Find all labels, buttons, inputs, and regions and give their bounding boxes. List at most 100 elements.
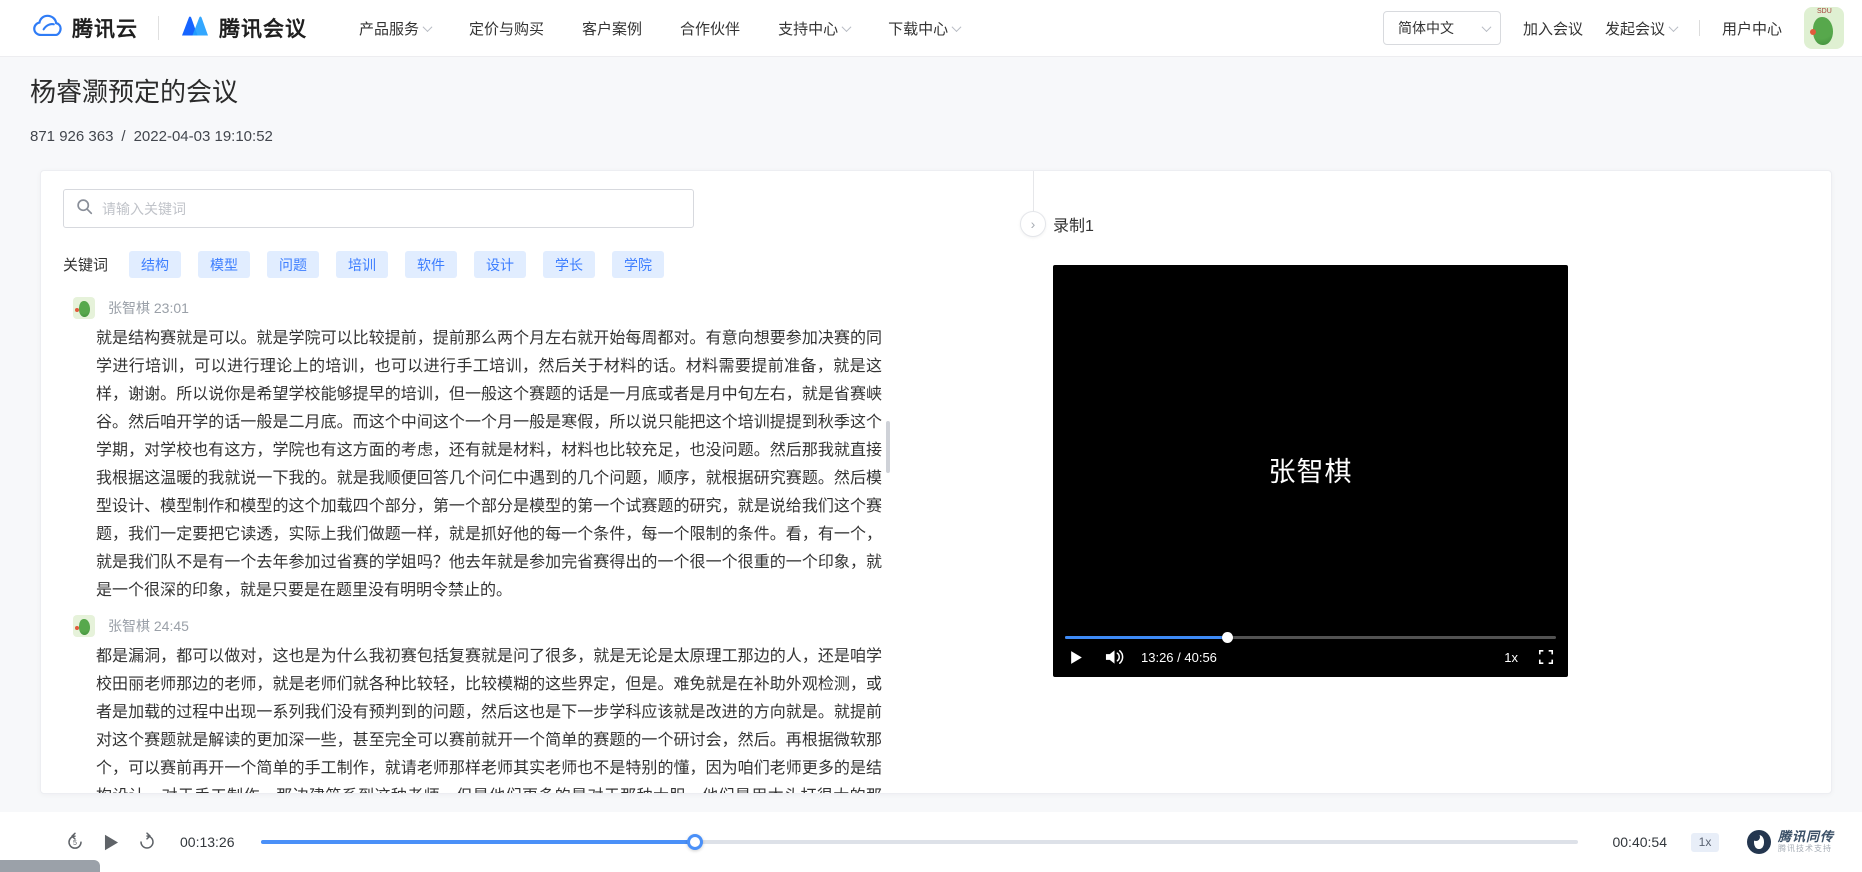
seek-handle[interactable] <box>687 834 703 850</box>
keywords-label: 关键词 <box>63 254 108 275</box>
collapse-toggle-button[interactable]: › <box>1020 211 1046 237</box>
speed-badge[interactable]: 1x <box>1691 833 1719 852</box>
meeting-id: 871 926 363 <box>30 128 113 145</box>
nav-item-label: 定价与购买 <box>469 18 544 39</box>
current-time: 00:13:26 <box>180 834 235 850</box>
message-text[interactable]: 都是漏洞，都可以做对，这也是为什么我初赛包括复赛就是问了很多，就是无论是太原理工… <box>96 643 882 794</box>
video-play-button[interactable] <box>1065 646 1087 668</box>
seek-slider[interactable] <box>261 840 1579 844</box>
search-icon <box>76 198 93 220</box>
meeting-meta: 871 926 363 / 2022-04-03 19:10:52 <box>30 128 273 145</box>
nav-right-area: 简体中文 加入会议 发起会议 用户中心 SDU <box>1383 7 1844 49</box>
start-meeting-link[interactable]: 发起会议 <box>1605 18 1677 39</box>
search-input[interactable] <box>102 201 681 217</box>
keyword-chip[interactable]: 培训 <box>336 251 388 278</box>
video-controls: 13:26 / 40:56 1x <box>1065 645 1556 669</box>
player-bar: 5 00:13:26 00:40:54 1x 腾讯同传 腾讯技术支持 <box>0 812 1862 872</box>
transcript-list[interactable]: 张智棋 23:01 就是结构赛就是可以。就是学院可以比较提前，提前那么两个月左右… <box>41 287 941 794</box>
top-nav: 腾讯云 腾讯会议 产品服务 定价与购买 客户案例 合作伙伴 支持中心 下载中心 … <box>0 0 1862 57</box>
corner-overlay <box>0 860 100 872</box>
tencent-meeting-wordmark[interactable]: 腾讯会议 <box>219 13 307 43</box>
page-title: 杨睿灏预定的会议 <box>30 72 238 109</box>
play-button[interactable] <box>100 831 122 853</box>
total-time: 00:40:54 <box>1612 834 1667 850</box>
nav-item-label: 下载中心 <box>888 18 948 39</box>
tongchuan-subtitle: 腾讯技术支持 <box>1778 845 1834 854</box>
search-box <box>63 189 694 228</box>
speaker-name: 张智棋 <box>108 618 150 634</box>
nav-item-pricing[interactable]: 定价与购买 <box>469 18 544 39</box>
main-nav: 产品服务 定价与购买 客户案例 合作伙伴 支持中心 下载中心 <box>359 18 960 39</box>
tencent-tongchuan-logo: 腾讯同传 腾讯技术支持 <box>1747 830 1834 854</box>
brand-area: 腾讯云 腾讯会议 <box>30 12 307 45</box>
video-progress-handle[interactable] <box>1222 632 1233 643</box>
video-progress-fill <box>1065 636 1227 639</box>
speaker-name-time: 张智棋 24:45 <box>108 616 189 636</box>
nav-item-label: 产品服务 <box>359 18 419 39</box>
transcript-message: 张智棋 24:45 都是漏洞，都可以做对，这也是为什么我初赛包括复赛就是问了很多… <box>41 615 941 794</box>
fullscreen-icon[interactable] <box>1536 647 1556 667</box>
recording-label[interactable]: 录制1 <box>1053 212 1094 236</box>
video-speed[interactable]: 1x <box>1504 650 1518 665</box>
keyword-chip[interactable]: 学长 <box>543 251 595 278</box>
keyword-chip[interactable]: 模型 <box>198 251 250 278</box>
avatar-accent <box>1810 29 1816 35</box>
replay-5s-button[interactable]: 5 <box>64 831 86 853</box>
main-card: 关键词 结构 模型 问题 培训 软件 设计 学长 学院 张智棋 23:01 就是… <box>40 170 1832 794</box>
user-avatar[interactable]: SDU <box>1804 7 1844 49</box>
avatar-accent <box>75 626 79 630</box>
keywords-row: 关键词 结构 模型 问题 培训 软件 设计 学长 学院 <box>63 251 664 278</box>
message-timestamp[interactable]: 23:01 <box>154 300 189 316</box>
avatar-figure <box>1813 17 1833 45</box>
speaker-avatar <box>73 297 95 319</box>
keyword-chip[interactable]: 软件 <box>405 251 457 278</box>
user-center-label: 用户中心 <box>1722 18 1782 39</box>
video-time: 13:26 / 40:56 <box>1141 650 1217 665</box>
language-select[interactable]: 简体中文 <box>1383 11 1501 45</box>
svg-text:5: 5 <box>73 839 77 847</box>
speaker-avatar <box>73 615 95 637</box>
chevron-right-icon: › <box>1031 216 1036 232</box>
volume-icon[interactable] <box>1101 646 1127 668</box>
message-timestamp[interactable]: 24:45 <box>154 618 189 634</box>
meeting-meta-separator: / <box>121 128 125 145</box>
tencent-cloud-wordmark[interactable]: 腾讯云 <box>72 13 138 43</box>
nav-divider <box>1699 20 1700 36</box>
chevron-down-icon <box>952 22 962 32</box>
message-header: 张智棋 24:45 <box>73 615 941 637</box>
start-meeting-label: 发起会议 <box>1605 18 1665 39</box>
avatar-figure <box>79 301 90 317</box>
tencent-tongchuan-text: 腾讯同传 腾讯技术支持 <box>1778 830 1834 853</box>
nav-item-partners[interactable]: 合作伙伴 <box>680 18 740 39</box>
language-select-value: 简体中文 <box>1398 18 1454 38</box>
transcript-message: 张智棋 23:01 就是结构赛就是可以。就是学院可以比较提前，提前那么两个月左右… <box>41 297 941 605</box>
restart-button[interactable] <box>136 831 158 853</box>
chevron-down-icon <box>1482 22 1492 32</box>
avatar-accent <box>75 308 79 312</box>
keyword-chip[interactable]: 设计 <box>474 251 526 278</box>
video-player[interactable]: 张智棋 13:26 / 40:56 1x <box>1053 265 1568 677</box>
join-meeting-label: 加入会议 <box>1523 18 1583 39</box>
speaker-name-time: 张智棋 23:01 <box>108 298 189 318</box>
tencent-tongchuan-logo-icon <box>1747 830 1771 854</box>
keyword-chip[interactable]: 学院 <box>612 251 664 278</box>
video-progress-bar[interactable] <box>1065 636 1556 639</box>
nav-item-label: 支持中心 <box>778 18 838 39</box>
avatar-figure <box>79 619 90 635</box>
avatar-tag: SDU <box>1817 8 1832 15</box>
nav-item-cases[interactable]: 客户案例 <box>582 18 642 39</box>
speaker-name: 张智棋 <box>108 300 150 316</box>
keyword-chip[interactable]: 问题 <box>267 251 319 278</box>
join-meeting-link[interactable]: 加入会议 <box>1523 18 1583 39</box>
nav-item-support[interactable]: 支持中心 <box>778 18 850 39</box>
nav-item-downloads[interactable]: 下载中心 <box>888 18 960 39</box>
chevron-down-icon <box>842 22 852 32</box>
user-center-link[interactable]: 用户中心 <box>1722 18 1782 39</box>
message-text[interactable]: 就是结构赛就是可以。就是学院可以比较提前，提前那么两个月左右就开始每周都对。有意… <box>96 325 882 605</box>
message-header: 张智棋 23:01 <box>73 297 941 319</box>
brand-divider <box>158 16 159 40</box>
transcript-scrollbar[interactable] <box>886 421 890 473</box>
keyword-chip[interactable]: 结构 <box>129 251 181 278</box>
nav-item-label: 合作伙伴 <box>680 18 740 39</box>
nav-item-products[interactable]: 产品服务 <box>359 18 431 39</box>
